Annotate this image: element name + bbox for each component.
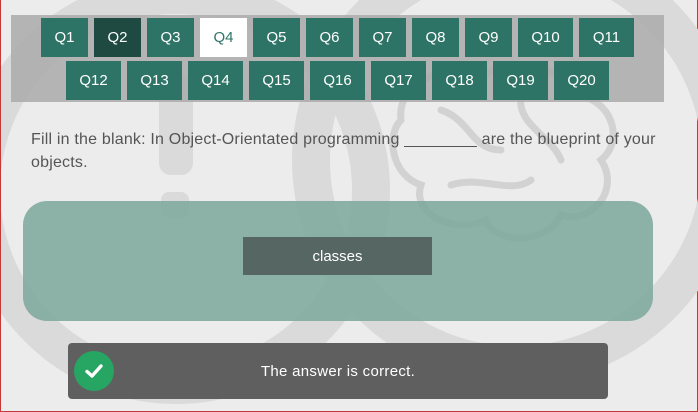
question-nav-q9[interactable]: Q9	[465, 18, 512, 57]
feedback-message: The answer is correct.	[260, 362, 416, 380]
question-nav-row-1: Q1 Q2 Q3 Q4 Q5 Q6 Q7 Q8 Q9 Q10 Q11	[11, 18, 664, 57]
question-nav-q2[interactable]: Q2	[94, 18, 141, 57]
question-nav-q12[interactable]: Q12	[66, 61, 121, 100]
question-nav-q5[interactable]: Q5	[253, 18, 300, 57]
question-nav-q6[interactable]: Q6	[306, 18, 353, 57]
question-nav-q4[interactable]: Q4	[200, 18, 247, 57]
question-nav-q18[interactable]: Q18	[432, 61, 487, 100]
question-nav-q3[interactable]: Q3	[147, 18, 194, 57]
question-nav-q13[interactable]: Q13	[127, 61, 182, 100]
question-nav-q20[interactable]: Q20	[554, 61, 609, 100]
question-nav-q19[interactable]: Q19	[493, 61, 548, 100]
question-nav-q15[interactable]: Q15	[249, 61, 304, 100]
question-nav-q17[interactable]: Q17	[371, 61, 426, 100]
question-nav-q16[interactable]: Q16	[310, 61, 365, 100]
answer-panel: classes	[23, 201, 653, 321]
question-nav-q11[interactable]: Q11	[579, 18, 634, 57]
question-text: Fill in the blank: In Object-Orientated …	[31, 131, 656, 171]
question-navigation: Q1 Q2 Q3 Q4 Q5 Q6 Q7 Q8 Q9 Q10 Q11 Q12 Q13 Q14 Q15 Q16…	[11, 15, 664, 102]
question-nav-q8[interactable]: Q8	[412, 18, 459, 57]
question-nav-q10[interactable]: Q10	[518, 18, 573, 57]
answer-chip[interactable]: classes	[243, 237, 432, 275]
question-nav-q1[interactable]: Q1	[41, 18, 88, 57]
question-nav-q7[interactable]: Q7	[359, 18, 406, 57]
question-nav-row-2: Q12 Q13 Q14 Q15 Q16 Q17 Q18 Q19 Q20	[11, 61, 664, 100]
feedback-bar: The answer is correct.	[68, 343, 608, 399]
question-nav-q14[interactable]: Q14	[188, 61, 243, 100]
